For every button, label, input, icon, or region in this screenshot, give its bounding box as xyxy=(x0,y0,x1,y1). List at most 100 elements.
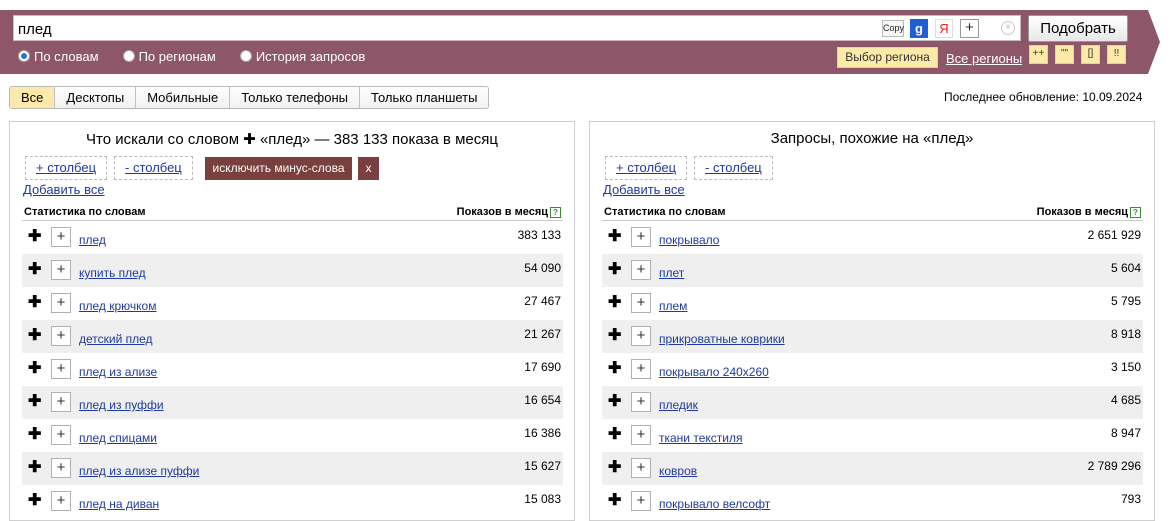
add-plus-icon[interactable]: ✚ xyxy=(608,493,621,509)
add-plus-icon[interactable]: ✚ xyxy=(28,460,41,476)
add-phrase-button[interactable]: + xyxy=(631,227,651,247)
tab-phones-only[interactable]: Только телефоны xyxy=(230,87,361,108)
table-row: ✚ + покрывало 2 651 929 xyxy=(602,221,1143,254)
table-row: ✚ + покрывало 240х260 3 150 xyxy=(602,353,1143,386)
add-phrase-button[interactable]: + xyxy=(51,458,71,478)
yandex-search-icon[interactable]: Я xyxy=(935,19,953,38)
add-phrase-button[interactable]: + xyxy=(631,458,651,478)
phrase-link[interactable]: плед на диван xyxy=(79,497,159,511)
mode-label: История запросов xyxy=(255,48,366,64)
phrase-link[interactable]: плед спицами xyxy=(79,431,157,445)
column-header-count: Показов в месяц ? xyxy=(1037,206,1141,218)
add-phrase-button[interactable]: + xyxy=(51,359,71,379)
phrase-link[interactable]: плед xyxy=(79,233,106,247)
remove-column-button[interactable]: - столбец xyxy=(114,156,193,180)
submit-button[interactable]: Подобрать xyxy=(1028,15,1128,42)
add-plus-icon[interactable]: ✚ xyxy=(28,394,41,410)
mode-by-words[interactable]: По словам xyxy=(18,48,99,64)
radio-dot-checked[interactable] xyxy=(18,50,30,62)
tab-all[interactable]: Все xyxy=(10,87,56,108)
phrase-link[interactable]: плем xyxy=(659,299,687,313)
add-phrase-button[interactable]: + xyxy=(631,491,651,511)
exclude-close-button[interactable]: x xyxy=(358,157,379,180)
add-query-button[interactable]: + xyxy=(960,19,979,38)
add-plus-icon[interactable]: ✚ xyxy=(28,328,41,344)
radio-dot[interactable] xyxy=(122,50,135,62)
add-phrase-button[interactable]: + xyxy=(631,326,651,346)
phrase-link[interactable]: ткани текстиля xyxy=(659,431,742,445)
help-icon[interactable]: ? xyxy=(1130,206,1141,218)
all-regions-link[interactable]: Все регионы xyxy=(946,51,1022,66)
add-plus-icon[interactable]: ✚ xyxy=(28,361,41,377)
add-plus-icon[interactable]: ✚ xyxy=(608,460,621,476)
phrase-link[interactable]: купить плед xyxy=(79,266,146,280)
impressions-count: 2 651 929 xyxy=(1087,228,1141,242)
operator-exclaim-button[interactable]: !! xyxy=(1107,45,1126,64)
search-input[interactable] xyxy=(18,19,868,39)
copy-button[interactable]: Copy xyxy=(882,20,904,37)
add-phrase-button[interactable]: + xyxy=(631,392,651,412)
add-all-link[interactable]: Добавить все xyxy=(23,182,105,197)
phrase-link[interactable]: плет xyxy=(659,266,684,280)
add-phrase-button[interactable]: + xyxy=(51,425,71,445)
tab-desktops[interactable]: Десктопы xyxy=(55,87,137,108)
add-plus-icon[interactable]: ✚ xyxy=(608,427,621,443)
clear-icon[interactable]: × xyxy=(1001,21,1015,35)
add-plus-icon[interactable]: ✚ xyxy=(28,262,41,278)
add-plus-icon[interactable]: ✚ xyxy=(608,328,621,344)
phrase-link[interactable]: плед из пуффи xyxy=(79,398,164,412)
tab-mobile[interactable]: Мобильные xyxy=(136,87,231,108)
add-plus-icon[interactable]: ✚ xyxy=(608,361,621,377)
add-phrase-button[interactable]: + xyxy=(631,293,651,313)
add-phrase-button[interactable]: + xyxy=(51,227,71,247)
add-phrase-button[interactable]: + xyxy=(631,425,651,445)
add-plus-icon[interactable]: ✚ xyxy=(28,295,41,311)
impressions-count: 383 133 xyxy=(517,228,561,242)
add-column-button[interactable]: + столбец xyxy=(25,156,108,180)
add-plus-icon[interactable]: ✚ xyxy=(28,493,41,509)
impressions-count: 17 690 xyxy=(524,360,561,374)
add-plus-icon[interactable]: ✚ xyxy=(608,295,621,311)
exclude-minus-words-button[interactable]: исключить минус-слова xyxy=(205,157,352,180)
mode-by-regions[interactable]: По регионам xyxy=(122,48,216,64)
table-row: ✚ + плед из ализе пуффи 15 627 xyxy=(22,452,563,485)
phrase-link[interactable]: прикроватные коврики xyxy=(659,332,785,346)
phrase-link[interactable]: плед из ализе xyxy=(79,365,157,379)
add-all-link[interactable]: Добавить все xyxy=(603,182,685,197)
add-column-button[interactable]: + столбец xyxy=(605,156,688,180)
add-plus-icon[interactable]: ✚ xyxy=(608,262,621,278)
phrase-link[interactable]: ковров xyxy=(659,464,697,478)
add-plus-icon[interactable]: ✚ xyxy=(608,229,621,245)
left-rows: ✚ + плед 383 133 ✚ + купить плед 54 090 ✚ + плед к… xyxy=(22,221,563,518)
phrase-link[interactable]: плед крючком xyxy=(79,299,156,313)
help-icon[interactable]: ? xyxy=(550,206,561,218)
google-search-icon[interactable]: g xyxy=(910,19,928,38)
add-plus-icon[interactable]: ✚ xyxy=(28,427,41,443)
impressions-count: 8 918 xyxy=(1110,327,1141,341)
operator-quotes-button[interactable]: "" xyxy=(1055,45,1074,64)
add-phrase-button[interactable]: + xyxy=(51,326,71,346)
add-phrase-button[interactable]: + xyxy=(51,491,71,511)
add-plus-icon[interactable]: ✚ xyxy=(28,229,41,245)
tab-tablets-only[interactable]: Только планшеты xyxy=(360,87,489,108)
add-phrase-button[interactable]: + xyxy=(51,293,71,313)
add-phrase-button[interactable]: + xyxy=(631,260,651,280)
add-plus-icon[interactable]: ✚ xyxy=(608,394,621,410)
phrase-link[interactable]: покрывало 240х260 xyxy=(659,365,769,379)
phrase-link[interactable]: пледик xyxy=(659,398,698,412)
add-phrase-button[interactable]: + xyxy=(631,359,651,379)
mode-query-history[interactable]: История запросов xyxy=(239,48,366,64)
phrase-link[interactable]: детский плед xyxy=(79,332,153,346)
operator-plus-button[interactable]: ++ xyxy=(1029,45,1048,64)
choose-region-button[interactable]: Выбор региона xyxy=(837,47,938,68)
column-header-count: Показов в месяц ? xyxy=(457,206,561,218)
add-phrase-button[interactable]: + xyxy=(51,260,71,280)
remove-column-button[interactable]: - столбец xyxy=(694,156,773,180)
phrase-link[interactable]: покрывало велсофт xyxy=(659,497,770,511)
phrase-link[interactable]: покрывало xyxy=(659,233,719,247)
operator-brackets-button[interactable]: [] xyxy=(1081,45,1100,64)
table-row: ✚ + прикроватные коврики 8 918 xyxy=(602,320,1143,353)
radio-dot[interactable] xyxy=(239,50,252,62)
add-phrase-button[interactable]: + xyxy=(51,392,71,412)
phrase-link[interactable]: плед из ализе пуффи xyxy=(79,464,199,478)
